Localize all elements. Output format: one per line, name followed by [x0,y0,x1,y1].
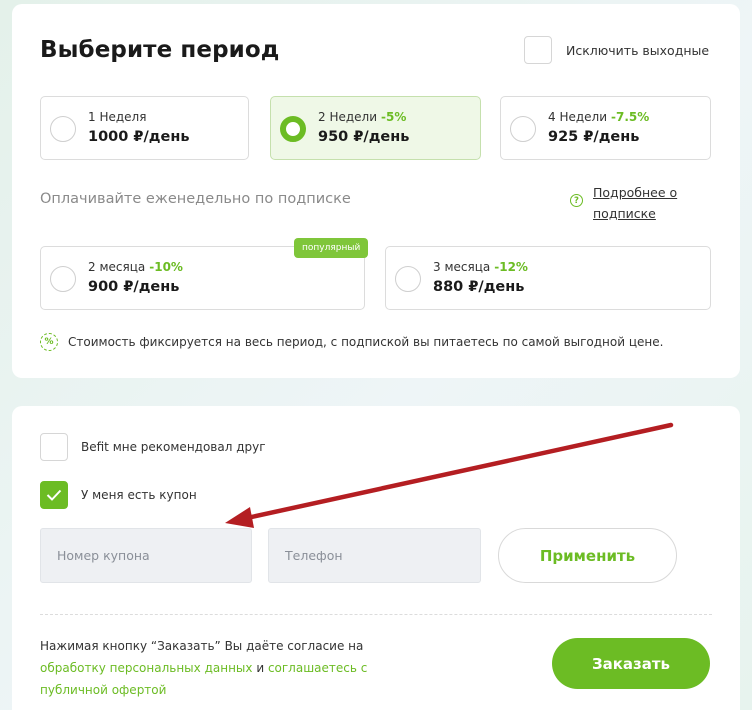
phone-input[interactable]: Телефон [268,528,481,583]
friend-recommended-toggle[interactable]: Befit мне рекомендовал друг [40,433,266,461]
friend-recommended-checkbox[interactable] [40,433,68,461]
period-option-2-weeks[interactable]: 2 Недели -5% 950 ₽/день [270,96,481,160]
exclude-weekends-toggle[interactable]: Исключить выходные [524,36,709,64]
subscription-more-link[interactable]: ? Подробнее о подписке [570,182,677,224]
subscription-more-text: Подробнее о подписке [593,185,678,221]
have-coupon-checkbox[interactable] [40,481,68,509]
friend-recommended-label[interactable]: Befit мне рекомендовал друг [81,440,266,454]
option-discount: -7.5% [611,110,650,124]
period-option-4-weeks[interactable]: 4 Недели -7.5% 925 ₽/день [500,96,711,160]
order-card: Befit мне рекомендовал друг У меня есть … [12,406,740,710]
submit-order-button[interactable]: Заказать [552,638,710,689]
percent-badge-icon: % [40,333,58,351]
option-price: 900 ₽/день [88,279,180,295]
checkmark-icon [46,489,62,501]
option-name: 2 месяца [88,260,146,274]
period-option-1-week[interactable]: 1 Неделя 1000 ₽/день [40,96,249,160]
option-discount: -12% [494,260,528,274]
radio-button[interactable] [50,116,76,142]
fixed-price-note: % Стоимость фиксируется на весь период, … [40,333,663,351]
coupon-number-placeholder: Номер купона [57,548,150,563]
divider [40,614,712,615]
consent-text: Нажимая кнопку “Заказать” Вы даёте согла… [40,639,368,697]
phone-placeholder: Телефон [285,548,343,563]
popular-badge: популярный [294,238,369,258]
exclude-weekends-checkbox[interactable] [524,36,552,64]
question-icon: ? [570,194,583,207]
option-name: 3 месяца [433,260,491,274]
radio-button[interactable] [50,266,76,292]
subscription-heading: Оплачивайте еженедельно по подписке [40,191,351,207]
option-price: 880 ₽/день [433,279,525,295]
subscription-option-3-months[interactable]: 3 месяца -12% 880 ₽/день [385,246,711,310]
option-price: 950 ₽/день [318,129,410,145]
page-title: Выберите период [40,37,280,63]
option-name: 4 Недели [548,110,608,124]
radio-button[interactable] [395,266,421,292]
radio-button[interactable] [510,116,536,142]
option-name: 1 Неделя [88,110,147,124]
period-card: Выберите период Исключить выходные 1 Нед… [12,4,740,378]
radio-button-selected[interactable] [280,116,306,142]
apply-coupon-button[interactable]: Применить [498,528,677,583]
have-coupon-toggle[interactable]: У меня есть купон [40,481,197,509]
coupon-number-input[interactable]: Номер купона [40,528,252,583]
fixed-price-note-text: Стоимость фиксируется на весь период, с … [68,335,664,349]
personal-data-link[interactable]: обработку персональных данных [40,661,253,675]
option-name: 2 Недели [318,110,378,124]
option-price: 925 ₽/день [548,129,640,145]
option-discount: -10% [149,260,183,274]
option-price: 1000 ₽/день [88,129,190,145]
option-discount: -5% [381,110,407,124]
have-coupon-label[interactable]: У меня есть купон [81,488,197,502]
exclude-weekends-label[interactable]: Исключить выходные [566,43,709,58]
